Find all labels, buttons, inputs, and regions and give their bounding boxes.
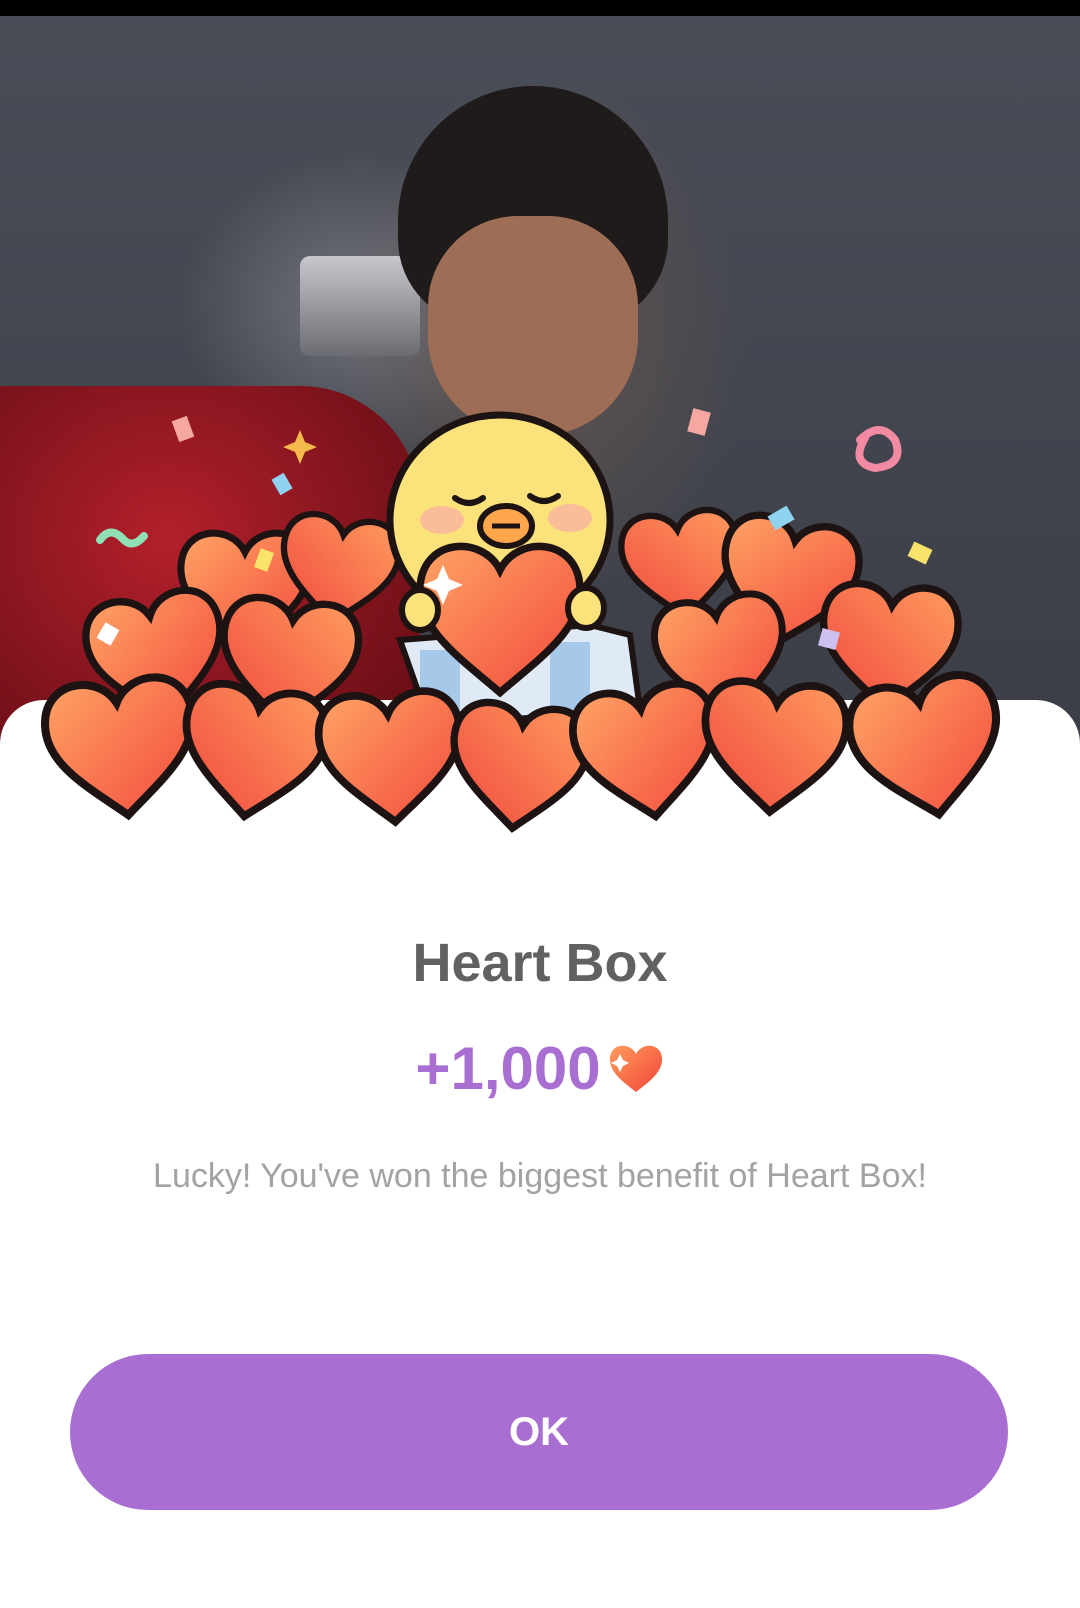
- status-bar: [0, 0, 1080, 16]
- background-lamp: [300, 256, 420, 356]
- dialog-title: Heart Box: [412, 933, 668, 993]
- heart-icon: [609, 1045, 662, 1093]
- chick-holding-heart-illustration: [30, 408, 1040, 860]
- reward-message: Lucky! You've won the biggest benefit of…: [153, 1157, 927, 1195]
- reward-amount: +1,000: [415, 1035, 601, 1102]
- ok-button[interactable]: OK: [70, 1354, 1008, 1510]
- reward-amount-row: +1,000: [0, 1034, 1080, 1104]
